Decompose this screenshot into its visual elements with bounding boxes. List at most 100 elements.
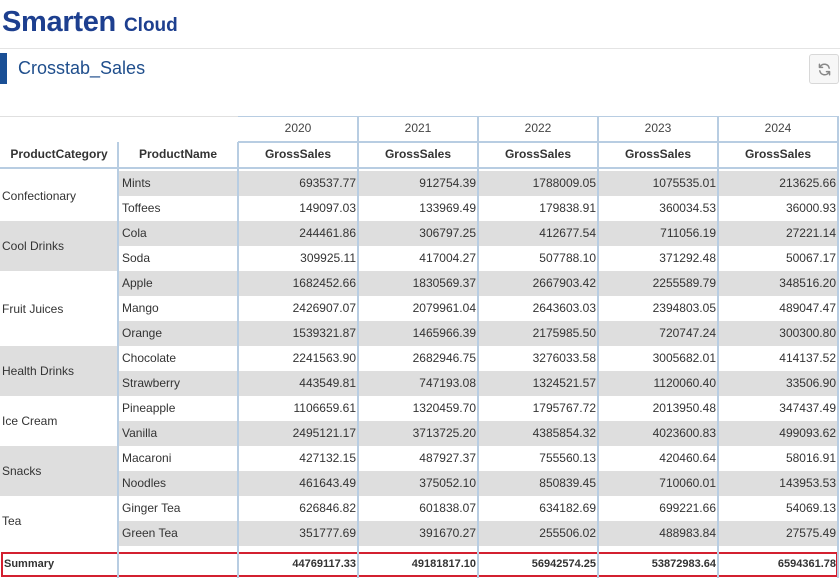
brand-logo: Smarten Cloud [2,6,178,42]
gross-sales-cell: 1795767.72 [532,401,596,415]
column-gridline [597,116,599,578]
page-title: Crosstab_Sales [18,58,146,78]
gross-sales-cell: 244461.86 [299,226,356,240]
column-gridline [717,116,719,578]
gross-sales-cell: 300300.80 [779,326,836,340]
product-cell: Macaroni [122,451,172,465]
year-header: 2020 [284,121,312,135]
header-gridline [238,116,838,117]
gross-sales-cell: 1830569.37 [412,276,476,290]
product-cell: Apple [122,276,153,290]
year-header: 2022 [524,121,552,135]
product-cell: Noodles [122,476,167,490]
gross-sales-cell: 149097.03 [299,201,356,215]
gross-sales-cell: 33506.90 [785,376,836,390]
gross-sales-cell: 601838.07 [419,501,476,515]
gross-sales-cell: 488983.84 [659,526,716,540]
refresh-icon [818,62,830,76]
gross-sales-cell: 179838.91 [539,201,596,215]
gross-sales-cell: 306797.25 [419,226,476,240]
gross-sales-cell: 850839.45 [539,476,596,490]
product-cell: Toffees [122,201,161,215]
gross-sales-cell: 2495121.17 [292,426,356,440]
gross-sales-cell: 2013950.48 [652,401,716,415]
gross-sales-cell: 1539321.87 [292,326,356,340]
gross-sales-cell: 2426907.07 [292,301,356,315]
gross-sales-cell: 710060.01 [659,476,716,490]
gross-sales-cell: 50067.17 [785,251,836,265]
product-cell: Mints [122,176,151,190]
gross-sales-cell: 443549.81 [299,376,356,390]
gross-sales-cell: 347437.49 [779,401,836,415]
gross-sales-cell: 391670.27 [419,526,476,540]
gross-sales-cell: 461643.49 [299,476,356,490]
header-divider [0,48,840,49]
gross-sales-cell: 720747.24 [659,326,716,340]
product-cell: Vanilla [122,426,158,440]
gross-sales-cell: 3276033.58 [532,351,596,365]
gross-sales-cell: 58016.91 [785,451,836,465]
gross-sales-cell: 351777.69 [299,526,356,540]
gross-sales-cell: 507788.10 [539,251,596,265]
gross-sales-cell: 417004.27 [419,251,476,265]
gross-sales-cell: 420460.64 [659,451,716,465]
gross-sales-cell: 499093.62 [779,426,836,440]
gross-sales-cell: 1324521.57 [532,376,596,390]
gross-sales-cell: 1075535.01 [652,176,716,190]
gross-sales-cell: 699221.66 [659,501,716,515]
column-gridline [837,116,839,578]
product-cell: Mango [122,301,159,315]
gross-sales-cell: 912754.39 [419,176,476,190]
row-header-category: ProductCategory [10,147,108,161]
gross-sales-cell: 2667903.42 [532,276,596,290]
brand-suffix: Cloud [123,15,178,36]
gross-sales-cell: 375052.10 [419,476,476,490]
brand-name: Smarten [2,6,116,38]
gross-sales-cell: 1320459.70 [412,401,476,415]
category-cell: Ice Cream [0,396,118,446]
measure-header: GrossSales [264,147,332,161]
measure-header: GrossSales [384,147,452,161]
gross-sales-cell: 2643603.03 [532,301,596,315]
column-gridline [237,142,239,578]
gross-sales-cell: 711056.19 [660,226,716,240]
category-cell: Snacks [0,446,118,496]
category-cell: Confectionary [0,171,118,221]
product-cell: Chocolate [122,351,177,365]
summary-highlight-box [1,552,838,577]
gross-sales-cell: 2394803.05 [652,301,716,315]
gross-sales-cell: 1120060.40 [653,376,716,390]
column-gridline [357,116,359,578]
gross-sales-cell: 27575.49 [785,526,836,540]
product-cell: Soda [122,251,151,265]
product-cell: Pineapple [122,401,176,415]
gross-sales-cell: 4023600.83 [652,426,716,440]
gross-sales-cell: 2079961.04 [412,301,476,315]
gross-sales-cell: 1465966.39 [412,326,476,340]
gross-sales-cell: 2175985.50 [532,326,596,340]
gross-sales-cell: 487927.37 [419,451,476,465]
title-bar: Crosstab_Sales [0,53,840,85]
gross-sales-cell: 634182.69 [539,501,596,515]
measure-header: GrossSales [504,147,572,161]
column-gridline [117,142,119,578]
category-cell: Cool Drinks [0,221,118,271]
gross-sales-cell: 3005682.01 [652,351,716,365]
gross-sales-cell: 1106659.61 [293,401,356,415]
year-header: 2024 [764,121,792,135]
gross-sales-cell: 133969.49 [419,201,476,215]
product-cell: Ginger Tea [122,501,181,515]
gross-sales-cell: 2255589.79 [652,276,716,290]
gross-sales-cell: 348516.20 [779,276,836,290]
gross-sales-cell: 255506.02 [539,526,596,540]
category-cell: Health Drinks [0,346,118,396]
category-cell: Fruit Juices [0,271,118,346]
gross-sales-cell: 371292.48 [659,251,716,265]
product-cell: Green Tea [122,526,178,540]
gross-sales-cell: 143953.53 [779,476,836,490]
gross-sales-cell: 3713725.20 [412,426,476,440]
header-gridline [0,167,838,169]
refresh-button[interactable] [809,54,839,84]
gross-sales-cell: 4385854.32 [532,426,596,440]
gross-sales-cell: 1788009.05 [532,176,596,190]
